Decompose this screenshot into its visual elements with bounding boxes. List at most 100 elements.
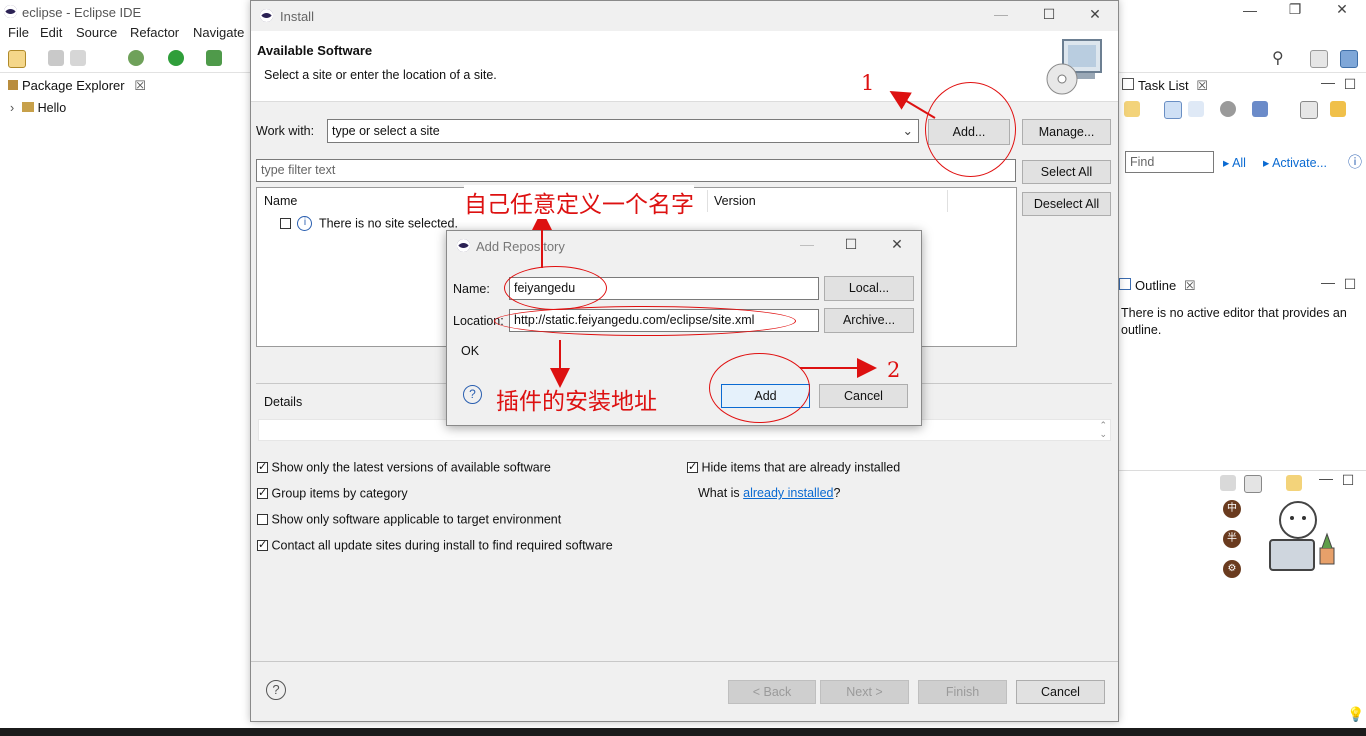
menu-refactor[interactable]: Refactor xyxy=(130,25,179,40)
name-label: Name: xyxy=(453,282,490,296)
mascot-illustration-icon xyxy=(1269,501,1335,571)
scroll-arrows-icon[interactable]: ⌃ ⌄ xyxy=(1099,421,1107,439)
restore-icon[interactable]: ❐ xyxy=(1285,1,1305,18)
outline-message: There is no active editor that provides … xyxy=(1121,306,1347,337)
annotation-circle-add xyxy=(925,82,1016,177)
minimize-view-icon[interactable]: — xyxy=(1318,74,1338,90)
option-hide-installed[interactable]: ✓ Hide items that are already installed xyxy=(687,460,900,475)
ime-settings-icon[interactable]: ⚙ xyxy=(1223,560,1241,578)
maximize-view-icon[interactable]: ☐ xyxy=(1340,276,1360,293)
maximize-icon[interactable]: ☐ xyxy=(841,236,861,253)
deselect-all-button[interactable]: Deselect All xyxy=(1022,192,1111,216)
column-header-version[interactable]: Version xyxy=(714,194,756,208)
minimize-icon[interactable]: — xyxy=(1240,2,1260,18)
page-subheading: Select a site or enter the location of a… xyxy=(264,68,497,82)
run-icon[interactable] xyxy=(168,50,184,66)
option-contact-update-sites[interactable]: ✓ Contact all update sites during instal… xyxy=(257,538,613,553)
focus-icon[interactable] xyxy=(1220,101,1236,117)
tree-item-hello[interactable]: › Hello xyxy=(10,101,66,115)
chevron-down-icon[interactable]: ⌄ xyxy=(903,120,913,142)
minimize-icon[interactable]: — xyxy=(991,6,1011,22)
close-icon[interactable]: ✕ xyxy=(1332,1,1352,18)
manage-button[interactable]: Manage... xyxy=(1022,119,1111,145)
hide-completed-icon[interactable] xyxy=(1252,101,1268,117)
close-icon[interactable]: ✕ xyxy=(887,236,907,253)
lightbulb-icon[interactable]: 💡 xyxy=(1347,706,1364,723)
save-icon[interactable] xyxy=(48,50,64,66)
cancel-button[interactable]: Cancel xyxy=(1016,680,1105,704)
new-task-icon[interactable] xyxy=(1124,101,1140,117)
maximize-icon[interactable]: ☐ xyxy=(1039,6,1059,23)
close-icon[interactable]: ✕ xyxy=(1085,6,1105,23)
maximize-view-icon[interactable]: ☐ xyxy=(1340,76,1360,93)
close-tab-icon[interactable]: ☒ xyxy=(1184,278,1196,293)
menu-source[interactable]: Source xyxy=(76,25,117,40)
menu-navigate[interactable]: Navigate xyxy=(193,25,244,40)
new-icon[interactable] xyxy=(8,50,26,68)
local-button[interactable]: Local... xyxy=(824,276,914,301)
tab-outline[interactable]: Outline ☒ xyxy=(1119,278,1195,294)
menu-edit[interactable]: Edit xyxy=(40,25,62,40)
open-perspective-icon[interactable] xyxy=(1310,50,1328,68)
close-tab-icon[interactable]: ☒ xyxy=(1196,78,1208,93)
annotation-name-hint: 自己任意定义一个名字 xyxy=(464,185,694,219)
select-all-button[interactable]: Select All xyxy=(1022,160,1111,184)
search-icon[interactable]: ⚲ xyxy=(1272,48,1284,68)
next-button[interactable]: Next > xyxy=(820,680,909,704)
activate-link[interactable]: ▸ Activate... xyxy=(1263,155,1327,170)
cancel-repository-button[interactable]: Cancel xyxy=(819,384,908,408)
tab-task-list[interactable]: Task List ☒ xyxy=(1122,78,1208,94)
task-list-icon xyxy=(1122,78,1134,90)
chevron-right-icon[interactable]: › xyxy=(10,101,14,115)
option-checkbox[interactable]: ✓ xyxy=(257,488,268,500)
sync-icon[interactable] xyxy=(1330,101,1346,117)
all-link[interactable]: ▸ All xyxy=(1223,155,1246,170)
page-heading: Available Software xyxy=(257,43,373,58)
row-checkbox[interactable] xyxy=(280,218,291,230)
eclipse-logo-icon xyxy=(457,239,470,252)
minimize-view-icon[interactable]: — xyxy=(1316,470,1336,486)
project-icon xyxy=(21,102,34,112)
help-icon[interactable]: ⓘ xyxy=(1348,152,1362,172)
debug-icon[interactable] xyxy=(128,50,144,66)
save-all-icon[interactable] xyxy=(70,50,86,66)
pin-icon[interactable] xyxy=(1220,475,1236,491)
option-checkbox[interactable]: ✓ xyxy=(257,462,268,474)
collapse-icon[interactable] xyxy=(1300,101,1318,119)
info-icon: i xyxy=(297,216,313,232)
package-explorer-icon xyxy=(8,80,18,90)
archive-button[interactable]: Archive... xyxy=(824,308,914,333)
filter-input[interactable]: type filter text xyxy=(256,159,1016,182)
option-checkbox[interactable] xyxy=(257,514,268,526)
annotation-circle-add-button xyxy=(709,353,810,423)
minimize-view-icon[interactable]: — xyxy=(1318,274,1338,290)
back-button[interactable]: < Back xyxy=(728,680,816,704)
tab-package-explorer[interactable]: Package Explorer ☒ xyxy=(8,78,146,94)
option-latest-versions[interactable]: ✓ Show only the latest versions of avail… xyxy=(257,460,551,475)
option-target-environment[interactable]: Show only software applicable to target … xyxy=(257,512,561,527)
close-tab-icon[interactable]: ☒ xyxy=(134,78,146,93)
task-find-input[interactable]: Find xyxy=(1125,151,1214,173)
column-header-name[interactable]: Name xyxy=(264,194,297,208)
java-perspective-icon[interactable] xyxy=(1340,50,1358,68)
option-group-by-category[interactable]: ✓ Group items by category xyxy=(257,486,408,501)
scheduled-icon[interactable] xyxy=(1188,101,1204,117)
open-console-icon[interactable] xyxy=(1286,475,1302,491)
menu-file[interactable]: File xyxy=(8,25,29,40)
external-tools-icon[interactable] xyxy=(206,50,222,66)
annotation-location-hint: 插件的安装地址 xyxy=(496,389,657,415)
already-installed-link[interactable]: already installed xyxy=(743,486,833,500)
option-checkbox[interactable]: ✓ xyxy=(257,540,268,552)
option-checkbox[interactable]: ✓ xyxy=(687,462,698,474)
ime-chinese-icon[interactable]: 中 xyxy=(1223,500,1241,518)
help-icon[interactable]: ? xyxy=(463,385,482,404)
categorized-icon[interactable] xyxy=(1164,101,1182,119)
finish-button[interactable]: Finish xyxy=(918,680,1007,704)
annotation-step1: 1 xyxy=(861,71,875,95)
help-icon[interactable]: ? xyxy=(266,680,286,700)
minimize-icon[interactable]: — xyxy=(797,236,817,252)
maximize-view-icon[interactable]: ☐ xyxy=(1338,472,1358,489)
work-with-combo[interactable]: type or select a site ⌄ xyxy=(327,119,919,143)
annotation-circle-location xyxy=(494,306,796,336)
ime-halfwidth-icon[interactable]: 半 xyxy=(1223,530,1241,548)
